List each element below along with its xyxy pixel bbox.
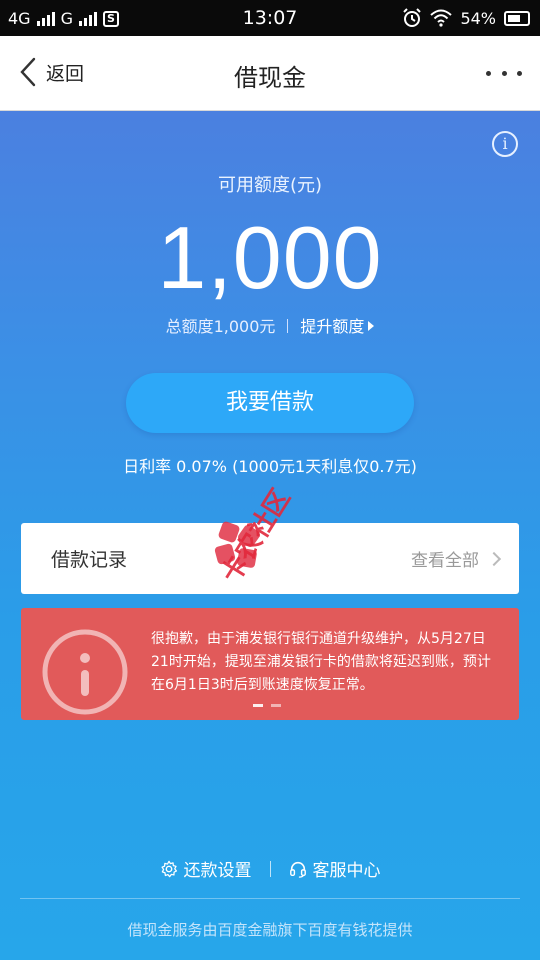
divider xyxy=(269,860,271,877)
total-limit: 总额度1,000元 xyxy=(165,317,276,336)
hero-panel: i 可用额度(元) 1,000 总额度1,000元 提升额度 我要借款 日利率 0… xyxy=(0,111,540,960)
chevron-right-icon xyxy=(486,551,502,566)
limit-row: 总额度1,000元 提升额度 xyxy=(0,313,540,337)
carousel-indicator xyxy=(253,704,281,707)
status-right: 54% xyxy=(402,8,530,28)
info-circle-icon xyxy=(42,629,128,715)
more-button[interactable] xyxy=(486,58,522,88)
battery-icon xyxy=(504,10,530,26)
more-dot-icon xyxy=(486,70,491,76)
service-center-link[interactable]: 客服中心 xyxy=(289,856,381,881)
notice-banner[interactable]: 很抱歉，由于浦发银行银行通道升级维护，从5月27日21时开始，提现至浦发银行卡的… xyxy=(21,608,519,720)
battery-percent: 54% xyxy=(460,8,496,28)
service-center-label: 客服中心 xyxy=(312,861,381,881)
chevron-left-icon xyxy=(20,57,36,87)
footer-text: 借现金服务由百度金融旗下百度有钱花提供 xyxy=(127,921,413,939)
more-dot-icon xyxy=(517,70,522,76)
alarm-icon xyxy=(403,8,422,27)
nav-bar: 返回 借现金 xyxy=(0,36,540,111)
repay-settings-label: 还款设置 xyxy=(183,861,252,881)
view-all-label: 查看全部 xyxy=(411,551,479,571)
borrow-button[interactable]: 我要借款 xyxy=(126,373,414,433)
footer-divider xyxy=(20,898,520,899)
raise-limit-link[interactable]: 提升额度 xyxy=(300,317,375,336)
raise-limit-label: 提升额度 xyxy=(300,317,365,336)
back-button[interactable]: 返回 xyxy=(18,56,84,88)
back-label: 返回 xyxy=(46,62,85,85)
available-limit-amount: 1,000 xyxy=(157,208,383,307)
available-limit-label: 可用额度(元) xyxy=(217,175,323,196)
divider xyxy=(287,319,289,333)
notice-text: 很抱歉，由于浦发银行银行通道升级维护，从5月27日21时开始，提现至浦发银行卡的… xyxy=(151,631,491,693)
triangle-right-icon xyxy=(368,321,375,331)
info-icon[interactable]: i xyxy=(492,131,518,157)
headset-icon xyxy=(289,861,306,878)
status-bar: 4G G S 13:07 54% xyxy=(0,0,540,36)
view-all-link[interactable]: 查看全部 xyxy=(411,546,502,571)
loan-records-title: 借款记录 xyxy=(51,549,128,571)
repay-settings-link[interactable]: 还款设置 xyxy=(160,856,252,881)
wifi-icon xyxy=(430,9,453,27)
gear-icon xyxy=(160,860,177,877)
more-dot-icon xyxy=(501,70,507,76)
bottom-links: 还款设置 客服中心 xyxy=(0,856,540,881)
